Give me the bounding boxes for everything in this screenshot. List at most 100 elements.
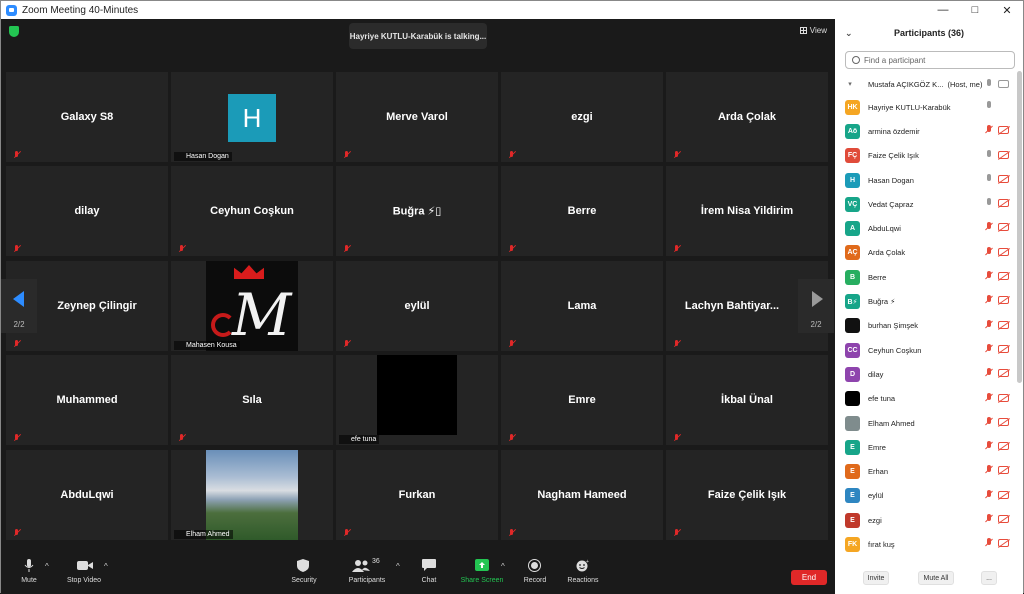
video-off-icon — [998, 515, 1009, 524]
panel-title: Participants (36) — [893, 28, 965, 38]
video-tile[interactable]: H Hasan Dogan — [171, 72, 333, 162]
video-tile[interactable]: ezgi — [501, 72, 663, 162]
video-tile[interactable]: İrem Nisa Yildirim — [666, 166, 828, 256]
video-tile[interactable]: Berre — [501, 166, 663, 256]
participant-row-host[interactable]: ▾ Mustafa AÇIKGÖZ K... (Host, me) — [835, 73, 1019, 95]
muted-mic-icon[interactable] — [985, 295, 993, 305]
chat-button[interactable]: Chat — [417, 548, 441, 594]
participant-row[interactable]: Eezgi — [835, 508, 1019, 532]
participant-row[interactable]: VÇ Vedat Çapraz — [835, 192, 1019, 216]
muted-mic-icon[interactable] — [985, 514, 993, 524]
participant-row[interactable]: Eeylül — [835, 484, 1019, 508]
microphone-icon[interactable] — [985, 101, 993, 111]
muted-mic-icon[interactable] — [985, 392, 993, 403]
participant-row[interactable]: A AbduLqwi — [835, 216, 1019, 240]
share-options-caret-icon[interactable]: ^ — [501, 562, 505, 571]
participant-name: Elham Ahmed — [868, 418, 915, 428]
crown-icon — [234, 265, 264, 279]
muted-mic-icon[interactable] — [985, 246, 993, 257]
video-tile[interactable]: Sıla — [171, 355, 333, 445]
participants-options-caret-icon[interactable]: ^ — [396, 562, 400, 571]
participant-row[interactable]: efe tuna — [835, 387, 1019, 411]
encryption-shield-icon[interactable] — [9, 26, 19, 37]
participants-button[interactable]: 36 Participants — [347, 548, 387, 594]
next-page-button[interactable]: 2/2 — [798, 279, 834, 333]
share-screen-button[interactable]: Share Screen — [459, 548, 505, 594]
microphone-icon[interactable] — [985, 173, 993, 184]
participant-row[interactable]: E Erhan — [835, 459, 1019, 483]
avatar: HK — [845, 99, 860, 115]
microphone-icon[interactable] — [985, 149, 993, 160]
end-meeting-button[interactable]: End — [791, 570, 827, 585]
video-tile[interactable]: Furkan — [336, 450, 498, 540]
muted-mic-icon[interactable] — [985, 125, 993, 135]
chevron-down-icon[interactable]: ⌄ — [845, 28, 853, 39]
participant-row[interactable]: CC Ceyhun Coşkun — [835, 338, 1019, 362]
participant-row[interactable]: HK Hayriye KUTLU-Karabük — [835, 95, 1019, 119]
mute-button[interactable]: Mute — [15, 548, 43, 594]
minimize-button[interactable]: — — [927, 1, 959, 19]
muted-mic-icon — [343, 245, 351, 253]
participant-row[interactable]: AÇ Arda Çolak — [835, 241, 1019, 265]
video-tile[interactable]: Nagham Hameed — [501, 450, 663, 540]
video-options-caret-icon[interactable]: ^ — [104, 562, 108, 571]
muted-mic-icon[interactable] — [985, 441, 993, 451]
previous-page-button[interactable]: 2/2 — [1, 279, 37, 333]
muted-mic-icon[interactable] — [985, 222, 993, 232]
participant-row[interactable]: FÇ Faize Çelik Işık — [835, 144, 1019, 168]
panel-header: ⌄ Participants (36) — [835, 19, 1023, 47]
video-tile[interactable]: Faize Çelik Işık — [666, 450, 828, 540]
muted-mic-icon[interactable] — [985, 489, 993, 500]
reactions-button[interactable]: + Reactions — [565, 548, 601, 594]
microphone-icon[interactable] — [985, 198, 993, 208]
maximize-button[interactable]: □ — [959, 1, 991, 19]
muted-mic-icon — [13, 340, 21, 348]
participant-search-input[interactable]: Find a participant — [845, 51, 1015, 69]
stop-video-button[interactable]: Stop Video — [63, 548, 105, 594]
invite-button[interactable]: Invite — [863, 571, 889, 585]
more-options-button[interactable]: ... — [981, 571, 997, 585]
participant-row[interactable]: E Emre — [835, 435, 1019, 459]
video-tile[interactable]: AbduLqwi — [6, 450, 168, 540]
muted-mic-icon[interactable] — [985, 538, 993, 548]
security-button[interactable]: Security — [288, 548, 320, 594]
video-tile[interactable]: Buğra ⚡▯ — [336, 166, 498, 256]
muted-mic-icon[interactable] — [985, 368, 993, 378]
muted-mic-icon[interactable] — [985, 465, 993, 475]
record-button[interactable]: Record — [520, 548, 550, 594]
participant-name: Hayriye KUTLU-Karabük — [868, 102, 951, 112]
video-tile[interactable]: Merve Varol — [336, 72, 498, 162]
video-tile[interactable]: eylül — [336, 261, 498, 351]
collapse-caret-icon[interactable]: ▾ — [845, 77, 855, 92]
video-tile[interactable]: Emre — [501, 355, 663, 445]
participant-row[interactable]: FK fırat kuş — [835, 532, 1019, 556]
video-tile[interactable]: Ceyhun Coşkun — [171, 166, 333, 256]
video-tile[interactable]: İkbal Ünal — [666, 355, 828, 445]
video-off-icon — [998, 150, 1009, 159]
video-tile[interactable]: Muhammed — [6, 355, 168, 445]
muted-mic-icon[interactable] — [985, 416, 993, 427]
close-button[interactable]: ✕ — [991, 1, 1023, 19]
muted-mic-icon[interactable] — [985, 319, 993, 330]
muted-mic-icon[interactable] — [985, 271, 993, 281]
mute-all-button[interactable]: Mute All — [918, 571, 954, 585]
participant-row[interactable]: Aö armina özdemir — [835, 119, 1019, 143]
participant-row[interactable]: H Hasan Dogan — [835, 168, 1019, 192]
participant-row[interactable]: Ddilay — [835, 362, 1019, 386]
video-tile[interactable]: dilay — [6, 166, 168, 256]
participant-row[interactable]: B⚡ Buğra ⚡ — [835, 289, 1019, 313]
video-tile[interactable]: Arda Çolak — [666, 72, 828, 162]
view-button[interactable]: View — [799, 26, 827, 35]
video-tile[interactable]: M Mahasen Kousa — [171, 261, 333, 351]
panel-footer: Invite Mute All ... — [835, 567, 1023, 589]
participant-row[interactable]: Elham Ahmed — [835, 411, 1019, 435]
video-tile[interactable]: efe tuna — [336, 355, 498, 445]
participant-row[interactable]: burhan Şimşek — [835, 314, 1019, 338]
muted-mic-icon[interactable] — [985, 343, 993, 354]
video-tile[interactable]: Galaxy S8 — [6, 72, 168, 162]
video-off-icon — [998, 393, 1009, 402]
video-tile[interactable]: Lama — [501, 261, 663, 351]
video-tile[interactable]: Elham Ahmed — [171, 450, 333, 540]
mute-options-caret-icon[interactable]: ^ — [45, 562, 49, 571]
participant-row[interactable]: B Berre — [835, 265, 1019, 289]
